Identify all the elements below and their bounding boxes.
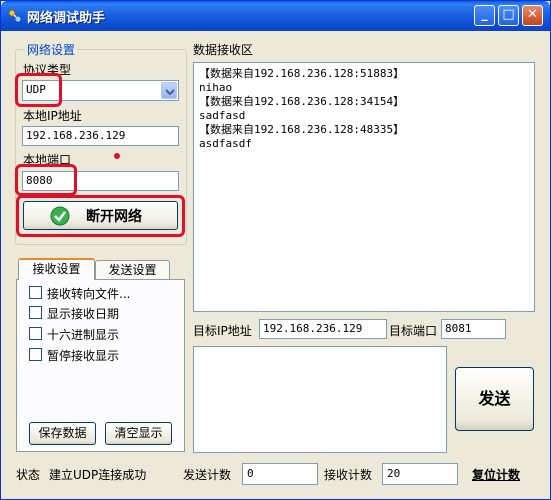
receive-line: asdfasdf xyxy=(199,137,252,150)
app-window: 网络调试助手 _ □ ✕ 网络设置 协议类型 UDP 本地IP地址 192.16… xyxy=(0,0,551,500)
save-data-button[interactable]: 保存数据 xyxy=(29,422,96,445)
receive-line: sadfasd xyxy=(199,109,246,122)
status-text: 建立UDP连接成功 xyxy=(49,468,147,482)
pause-display-checkbox[interactable] xyxy=(29,348,42,361)
protocol-highlight xyxy=(15,73,62,107)
show-date-checkbox[interactable] xyxy=(29,306,42,319)
send-count-field: 0 xyxy=(242,463,318,485)
minimize-button[interactable]: _ xyxy=(474,5,495,26)
tab-receive-settings[interactable]: 接收设置 xyxy=(18,258,95,280)
tab-send-settings[interactable]: 发送设置 xyxy=(95,260,170,280)
redirect-file-label: 接收转向文件... xyxy=(47,287,131,301)
local-ip-input[interactable]: 192.168.236.129 xyxy=(22,126,179,146)
local-ip-value: 192.168.236.129 xyxy=(26,129,126,142)
marker-dot xyxy=(114,153,120,159)
target-port-label: 目标端口 xyxy=(389,324,438,338)
window-title: 网络调试助手 xyxy=(27,11,106,26)
send-button[interactable]: 发送 xyxy=(455,367,534,431)
target-ip-input[interactable]: 192.168.236.129 xyxy=(259,319,387,339)
receive-line: 【数据来自192.168.236.128:34154】 xyxy=(199,95,405,108)
minimize-icon: _ xyxy=(481,7,488,22)
option-hex-display[interactable]: 十六进制显示 xyxy=(29,326,179,342)
port-highlight xyxy=(15,164,77,196)
hex-display-label: 十六进制显示 xyxy=(47,328,120,342)
recv-count-label: 接收计数 xyxy=(324,468,373,482)
target-ip-value: 192.168.236.129 xyxy=(263,322,363,335)
target-port-input[interactable]: 8081 xyxy=(441,319,506,339)
receive-line: 【数据来自192.168.236.128:48335】 xyxy=(199,123,405,136)
tab-receive-label: 接收设置 xyxy=(32,262,81,276)
send-label: 发送 xyxy=(478,389,511,408)
send-count-label: 发送计数 xyxy=(183,468,232,482)
button-highlight xyxy=(16,195,185,237)
local-ip-label: 本地IP地址 xyxy=(23,109,82,123)
chevron-down-icon[interactable] xyxy=(161,82,177,99)
hex-display-checkbox[interactable] xyxy=(29,327,42,340)
title-bar[interactable]: 网络调试助手 _ □ ✕ xyxy=(1,1,550,31)
maximize-button[interactable]: □ xyxy=(498,5,519,26)
pause-display-label: 暂停接收显示 xyxy=(47,349,120,363)
receive-line: nihao xyxy=(199,81,233,94)
target-port-value: 8081 xyxy=(445,322,472,335)
recv-count-value: 20 xyxy=(387,467,401,480)
close-button[interactable]: ✕ xyxy=(522,5,543,26)
option-show-date[interactable]: 显示接收日期 xyxy=(29,305,179,321)
app-icon xyxy=(8,9,22,23)
tab-send-label: 发送设置 xyxy=(108,263,157,277)
clear-display-label: 清空显示 xyxy=(114,426,163,440)
clear-display-button[interactable]: 清空显示 xyxy=(105,422,172,445)
option-pause-display[interactable]: 暂停接收显示 xyxy=(29,347,179,363)
save-data-label: 保存数据 xyxy=(38,426,87,440)
status-label: 状态 xyxy=(16,468,41,482)
receive-textarea[interactable]: 【数据来自192.168.236.128:51883】 nihao 【数据来自1… xyxy=(193,62,535,312)
receive-line: 【数据来自192.168.236.128:51883】 xyxy=(199,67,405,80)
network-settings-caption: 网络设置 xyxy=(25,41,78,58)
reset-count-link[interactable]: 复位计数 xyxy=(472,466,520,483)
target-ip-label: 目标IP地址 xyxy=(193,324,252,338)
option-redirect-file[interactable]: 接收转向文件... xyxy=(29,285,179,301)
recv-count-field: 20 xyxy=(382,463,458,485)
send-count-value: 0 xyxy=(247,467,254,480)
maximize-icon: □ xyxy=(502,7,515,22)
send-textarea[interactable] xyxy=(193,346,447,453)
receive-area-caption: 数据接收区 xyxy=(193,43,254,57)
redirect-file-checkbox[interactable] xyxy=(29,286,42,299)
close-icon: ✕ xyxy=(527,7,538,22)
show-date-label: 显示接收日期 xyxy=(47,307,120,321)
